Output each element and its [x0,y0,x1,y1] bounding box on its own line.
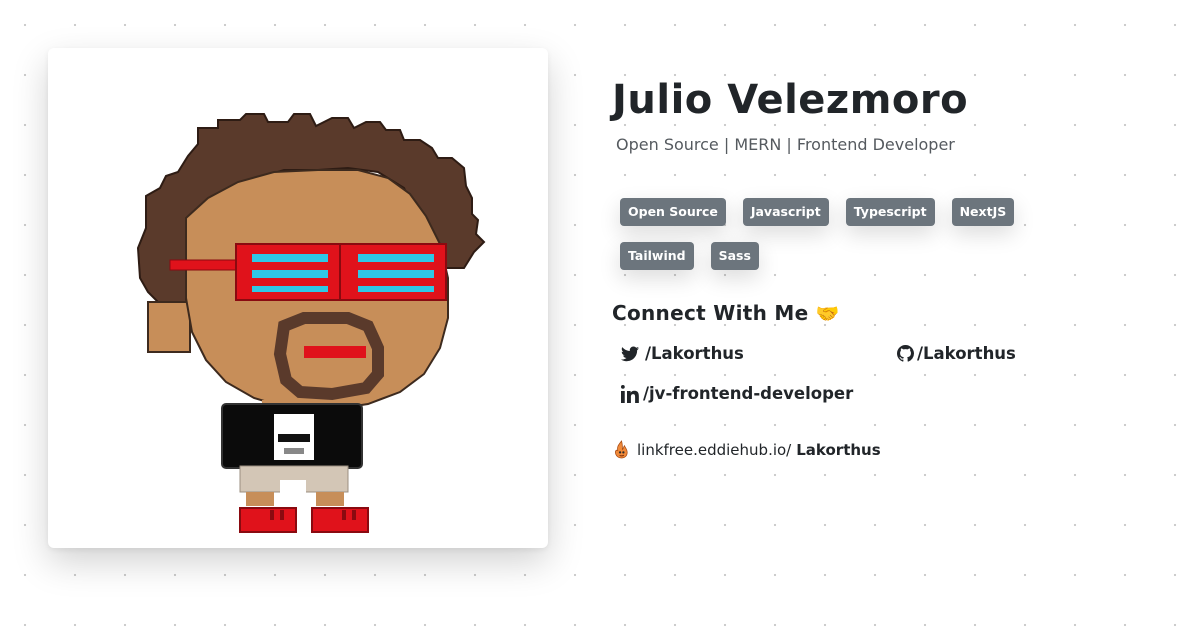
tag-open-source[interactable]: Open Source [620,198,726,226]
tag-typescript[interactable]: Typescript [845,198,935,226]
twitter-label: /Lakorthus [645,344,744,363]
handshake-emoji: 🤝 [815,303,840,325]
github-link[interactable]: /Lakorthus [897,344,1016,363]
tag-javascript[interactable]: Javascript [742,198,829,226]
twitter-link[interactable]: /Lakorthus [621,344,744,363]
linkfree-domain: linkfree.eddiehub.io/ [637,440,792,459]
pixel-avatar-image [136,113,486,533]
github-icon [897,345,914,362]
avatar-card [48,48,548,548]
tag-tailwind[interactable]: Tailwind [620,242,694,270]
linkfree-logo-icon [612,440,631,459]
github-label: /Lakorthus [917,344,1016,363]
linkfree-link[interactable]: linkfree.eddiehub.io/ Lakorthus [612,440,881,459]
linkedin-link[interactable]: /jv-frontend-developer [621,384,853,403]
tag-list: Open Source Javascript Typescript NextJS… [620,198,1040,286]
linkedin-label: /jv-frontend-developer [643,384,854,403]
tag-sass[interactable]: Sass [710,242,759,270]
connect-heading-text: Connect With Me [612,301,809,325]
linkedin-icon [621,384,639,403]
connect-heading: Connect With Me 🤝 [612,301,840,325]
tag-nextjs[interactable]: NextJS [951,198,1015,226]
twitter-icon [621,346,639,362]
profile-name: Julio Velezmoro [612,77,969,123]
profile-subtitle: Open Source | MERN | Frontend Developer [616,135,955,154]
linkfree-username: Lakorthus [796,440,881,459]
profile-info: Julio Velezmoro Open Source | MERN | Fro… [612,72,1172,459]
